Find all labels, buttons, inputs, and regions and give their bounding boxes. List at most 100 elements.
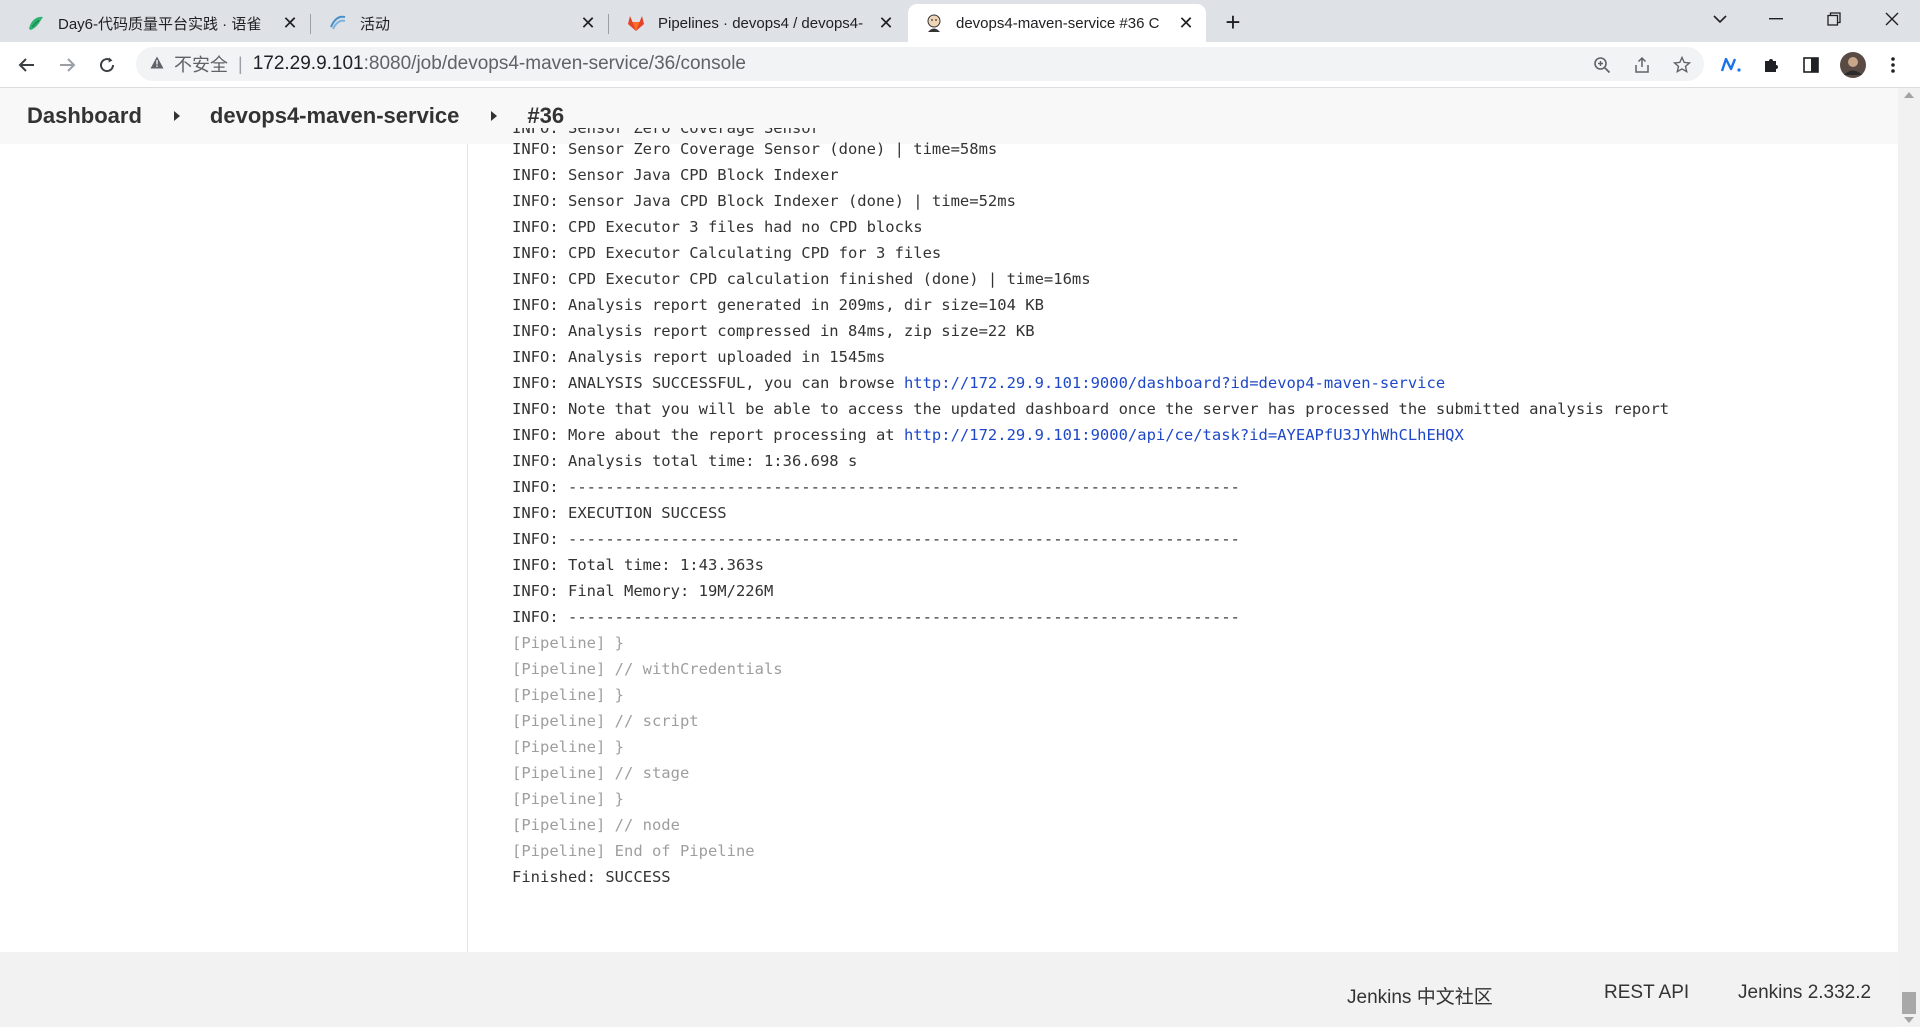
tab-title: Pipelines · devops4 / devops4- [658,14,864,32]
wave-logo-icon [328,13,348,33]
console-line: INFO: EXECUTION SUCCESS [512,500,1892,526]
console-line-text: [Pipeline] // script [512,712,699,730]
console-line-text: [Pipeline] End of Pipeline [512,842,755,860]
close-icon[interactable]: ✕ [876,13,896,33]
page-scrollbar[interactable] [1898,88,1920,1027]
share-icon[interactable] [1630,53,1654,77]
url-host: 172.29.9.101 [252,53,364,74]
scroll-up-icon[interactable] [1904,92,1914,98]
console-line: INFO: CPD Executor 3 files had no CPD bl… [512,214,1892,240]
breadcrumb-chevron-icon[interactable] [491,111,498,121]
console-line-text: INFO: ----------------------------------… [512,608,1240,626]
console-line-text: [Pipeline] } [512,634,624,652]
console-line: INFO: Sensor Zero Coverage Sensor (done)… [512,136,1892,162]
close-icon[interactable]: ✕ [578,13,598,33]
address-bar[interactable]: 不安全 | 172.29.9.101:8080/job/devops4-mave… [136,47,1704,81]
console-link[interactable]: http://172.29.9.101:9000/dashboard?id=de… [904,374,1445,392]
restore-icon[interactable] [1806,0,1862,38]
back-arrow-icon[interactable] [12,50,42,80]
browser-tab-yuque[interactable]: Day6-代码质量平台实践 · 语雀 ✕ [10,4,310,42]
console-line-text: [Pipeline] // stage [512,764,690,782]
extensions-puzzle-icon[interactable] [1756,50,1786,80]
console-line-text: INFO: Note that you will be able to acce… [512,400,1670,418]
zoom-icon[interactable] [1590,53,1614,77]
console-line-pipeline: [Pipeline] } [512,734,1892,760]
console-line: INFO: More about the report processing a… [512,422,1892,448]
console-lines: INFO: Sensor Zero Coverage Sensor (done)… [512,136,1892,890]
scroll-down-icon[interactable] [1904,1017,1914,1023]
console-line: INFO: Sensor Java CPD Block Indexer (don… [512,188,1892,214]
url-path: :8080/job/devops4-maven-service/36/conso… [363,53,746,74]
console-line-text: [Pipeline] // node [512,816,680,834]
security-label[interactable]: 不安全 [174,51,228,77]
console-line-text: [Pipeline] } [512,738,624,756]
page-footer: Jenkins 中文社区 REST API Jenkins 2.332.2 [0,952,1898,1027]
close-icon[interactable]: ✕ [280,13,300,33]
console-line-text: INFO: CPD Executor CPD calculation finis… [512,270,1091,288]
browser-tab-strip: Day6-代码质量平台实践 · 语雀 ✕ 活动 ✕ Pipelines · de… [0,0,1920,42]
close-icon[interactable]: ✕ [1176,13,1196,33]
jenkins-logo-icon [924,13,944,33]
console-line-pipeline: [Pipeline] } [512,630,1892,656]
console-line-pipeline: [Pipeline] } [512,682,1892,708]
console-line-pipeline: [Pipeline] // script [512,708,1892,734]
tab-separator [608,14,609,34]
console-line: INFO: CPD Executor CPD calculation finis… [512,266,1892,292]
console-line: INFO: Final Memory: 19M/226M [512,578,1892,604]
footer-version-link[interactable]: Jenkins 2.332.2 [1738,982,1871,1004]
console-line-text: INFO: Analysis report generated in 209ms… [512,296,1044,314]
console-line: INFO: ANALYSIS SUCCESSFUL, you can brows… [512,370,1892,396]
console-line-text: [Pipeline] } [512,790,624,808]
console-line-text: INFO: CPD Executor 3 files had no CPD bl… [512,218,923,236]
console-line: INFO: Analysis report compressed in 84ms… [512,318,1892,344]
bookmark-star-icon[interactable] [1670,53,1694,77]
console-line: INFO: Analysis report generated in 209ms… [512,292,1892,318]
sidebar-divider [467,144,468,952]
breadcrumb-dashboard[interactable]: Dashboard [27,103,142,129]
console-line-pipeline: [Pipeline] // withCredentials [512,656,1892,682]
console-line-text: INFO: ANALYSIS SUCCESSFUL, you can brows… [512,374,904,392]
browser-menu-icon[interactable] [1878,50,1908,80]
new-tab-button[interactable]: + [1219,7,1247,37]
console-line-text: [Pipeline] // withCredentials [512,660,783,678]
console-output: INFO: Sensor Zero Coverage Sensor INFO: … [512,128,1892,916]
side-panel-icon[interactable] [1796,50,1826,80]
extension-n-icon[interactable] [1716,50,1746,80]
scrollbar-thumb[interactable] [1902,992,1916,1014]
close-window-icon[interactable] [1864,0,1920,38]
console-line-text: [Pipeline] } [512,686,624,704]
tab-search-icon[interactable] [1692,0,1748,38]
console-line: INFO: Analysis total time: 1:36.698 s [512,448,1892,474]
tab-title: Day6-代码质量平台实践 · 语雀 [58,15,262,33]
console-line-text: INFO: Analysis report uploaded in 1545ms [512,348,886,366]
console-line-text: INFO: ----------------------------------… [512,530,1240,548]
breadcrumb-build[interactable]: #36 [527,103,564,129]
console-line: INFO: Note that you will be able to acce… [512,396,1892,422]
footer-rest-api-link[interactable]: REST API [1604,982,1689,1004]
browser-tab-gitlab[interactable]: Pipelines · devops4 / devops4- ✕ [610,4,906,42]
console-line-text: INFO: Final Memory: 19M/226M [512,582,774,600]
console-line: INFO: CPD Executor Calculating CPD for 3… [512,240,1892,266]
yuque-logo-icon [26,13,46,33]
minimize-icon[interactable] [1748,0,1804,38]
browser-tab-jenkins[interactable]: devops4-maven-service #36 C ✕ [908,4,1206,42]
console-line-text: INFO: More about the report processing a… [512,426,904,444]
address-separator: | [238,53,243,74]
browser-tab-activity[interactable]: 活动 ✕ [312,4,608,42]
breadcrumb-job[interactable]: devops4-maven-service [210,103,459,129]
tab-separator [310,14,311,34]
console-line-pipeline: [Pipeline] // stage [512,760,1892,786]
console-line-pipeline: [Pipeline] // node [512,812,1892,838]
console-line-text: Finished: SUCCESS [512,868,671,886]
breadcrumb-chevron-icon[interactable] [173,111,180,121]
profile-avatar-icon[interactable] [1838,50,1868,80]
forward-arrow-icon[interactable] [52,50,82,80]
reload-icon[interactable] [92,50,122,80]
console-line: INFO: Total time: 1:43.363s [512,552,1892,578]
console-link[interactable]: http://172.29.9.101:9000/api/ce/task?id=… [904,426,1464,444]
footer-community-link[interactable]: Jenkins 中文社区 [1347,982,1493,1009]
console-line-text: INFO: EXECUTION SUCCESS [512,504,727,522]
console-line-pipeline: [Pipeline] End of Pipeline [512,838,1892,864]
console-line-text: INFO: Total time: 1:43.363s [512,556,764,574]
console-line-text: INFO: CPD Executor Calculating CPD for 3… [512,244,942,262]
